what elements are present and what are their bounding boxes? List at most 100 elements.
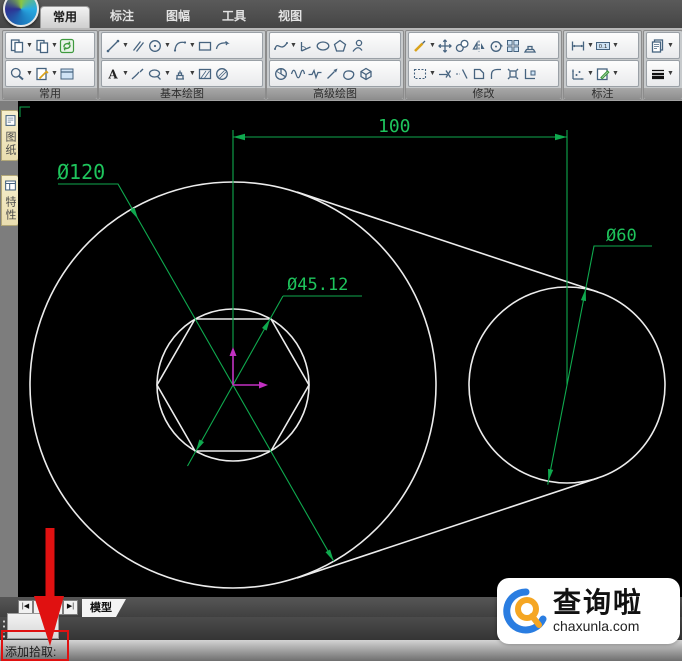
dropdown-arrow-icon[interactable]: ▼ (26, 42, 33, 49)
dropdown-arrow-icon[interactable]: ▼ (290, 42, 297, 49)
dimension-button[interactable]: ▼ (570, 36, 594, 56)
spline-button[interactable]: ▼ (273, 36, 297, 56)
rectangle-button[interactable] (197, 36, 213, 56)
refresh-icon (59, 38, 74, 53)
copy-button[interactable]: ▼ (34, 36, 58, 56)
dropdown-arrow-icon[interactable]: ▼ (612, 70, 619, 77)
array-button[interactable] (505, 36, 521, 56)
command-cell[interactable] (7, 613, 59, 639)
trim-button[interactable] (437, 64, 453, 84)
corner-button[interactable] (522, 64, 538, 84)
dropdown-arrow-icon[interactable]: ▼ (51, 70, 58, 77)
revision-cloud-button[interactable] (214, 36, 230, 56)
dropdown-arrow-icon[interactable]: ▼ (429, 42, 436, 49)
hatch-button[interactable] (197, 64, 213, 84)
mirror-button[interactable] (471, 36, 487, 56)
callout-button[interactable]: ▼ (147, 64, 171, 84)
copy-obj-button[interactable] (454, 36, 470, 56)
section-button[interactable]: ▼ (172, 64, 196, 84)
layer-icon (651, 38, 664, 53)
dropdown-arrow-icon[interactable]: ▼ (164, 70, 171, 77)
dropdown-arrow-icon[interactable]: ▼ (189, 42, 196, 49)
dim-leader-120 (58, 183, 335, 562)
tab-标注[interactable]: 标注 (98, 6, 146, 27)
move-button[interactable] (437, 36, 453, 56)
ribbon-row: ▼ (646, 32, 680, 59)
polygon-button[interactable] (332, 36, 348, 56)
left-panel-tabs: 图纸 特性 (0, 101, 19, 597)
linewidth-button[interactable]: ▼ (650, 64, 674, 84)
refresh-button[interactable] (59, 36, 75, 56)
status-prompt: 添加拾取: (5, 645, 57, 659)
dropdown-arrow-icon[interactable]: ▼ (587, 70, 594, 77)
app-logo-icon[interactable] (3, 0, 39, 27)
select-button[interactable]: ▼ (412, 64, 436, 84)
window-icon (60, 68, 74, 79)
erase-button[interactable]: ▼ (412, 36, 436, 56)
dropdown-arrow-icon[interactable]: ▼ (189, 70, 196, 77)
tab-model[interactable]: 模型 (82, 599, 126, 617)
extend-button[interactable] (454, 64, 470, 84)
dropdown-arrow-icon[interactable]: ▼ (164, 42, 171, 49)
ribbon-row: ▼ (408, 60, 559, 87)
note-edit-button[interactable]: ▼ (595, 64, 619, 84)
dropdown-arrow-icon[interactable]: ▼ (122, 42, 129, 49)
ribbon-group-label (644, 88, 682, 99)
window-button[interactable] (59, 64, 75, 84)
offset-button[interactable] (522, 36, 538, 56)
dropdown-arrow-icon[interactable]: ▼ (429, 70, 436, 77)
dropdown-arrow-icon[interactable]: ▼ (667, 70, 674, 77)
ellipse-button[interactable] (315, 36, 331, 56)
layer-button[interactable]: ▼ (650, 36, 674, 56)
dropdown-arrow-icon[interactable]: ▼ (587, 42, 594, 49)
pointer-button[interactable] (324, 64, 340, 84)
pie-button[interactable] (273, 64, 289, 84)
arc-button[interactable]: ▼ (172, 36, 196, 56)
dropdown-arrow-icon[interactable]: ▼ (667, 42, 674, 49)
section-icon (175, 70, 184, 80)
text-icon: A (107, 67, 118, 81)
rotate-button[interactable] (488, 36, 504, 56)
chamfer-button[interactable] (471, 64, 487, 84)
insert-figure-button[interactable] (349, 36, 365, 56)
toolbar-grip[interactable] (2, 619, 6, 638)
contour-button[interactable] (341, 64, 357, 84)
rectangle-icon (198, 41, 211, 51)
paste-button[interactable]: ▼ (9, 36, 33, 56)
linewidth-icon (652, 69, 664, 79)
tab-视图[interactable]: 视图 (266, 6, 314, 27)
tab-常用[interactable]: 常用 (40, 6, 91, 28)
parallel-button[interactable] (130, 36, 146, 56)
explode-button[interactable] (505, 64, 521, 84)
drawing-canvas[interactable]: Ø120 100 Ø45.12 Ø60 (18, 101, 682, 597)
mirror-icon (472, 40, 485, 51)
tab-图幅[interactable]: 图幅 (154, 6, 202, 27)
svg-text:0.1: 0.1 (599, 44, 608, 50)
dropdown-arrow-icon[interactable]: ▼ (26, 70, 33, 77)
tolerance-button[interactable]: 0.1 ▼ (595, 36, 619, 56)
text-button[interactable]: A ▼ (105, 64, 129, 84)
dropdown-arrow-icon[interactable]: ▼ (612, 42, 619, 49)
breakline-button[interactable] (307, 64, 323, 84)
sidebar-tab-图纸[interactable]: 图纸 (1, 110, 19, 161)
line-button[interactable]: ▼ (105, 36, 129, 56)
chamfer-icon (473, 68, 485, 79)
angle-button[interactable] (298, 36, 314, 56)
fillet-button[interactable] (488, 64, 504, 84)
move-icon (438, 38, 452, 53)
hatch-circle-button[interactable] (214, 64, 230, 84)
edit-drawing-button[interactable]: ▼ (34, 64, 58, 84)
zoom-button[interactable]: ▼ (9, 64, 33, 84)
coordinate-button[interactable]: ▼ (570, 64, 594, 84)
sketch-button[interactable] (130, 64, 146, 84)
wave-button[interactable] (290, 64, 306, 84)
nav-last-button[interactable]: ▶| (63, 600, 78, 615)
tolerance-icon: 0.1 (595, 41, 610, 50)
circle-button[interactable]: ▼ (147, 36, 171, 56)
tab-工具[interactable]: 工具 (210, 6, 258, 27)
dropdown-arrow-icon[interactable]: ▼ (122, 70, 129, 77)
dropdown-arrow-icon[interactable]: ▼ (51, 42, 58, 49)
ribbon-row: ▼ (408, 32, 559, 59)
sidebar-tab-特性[interactable]: 特性 (1, 175, 19, 226)
block-button[interactable] (358, 64, 374, 84)
